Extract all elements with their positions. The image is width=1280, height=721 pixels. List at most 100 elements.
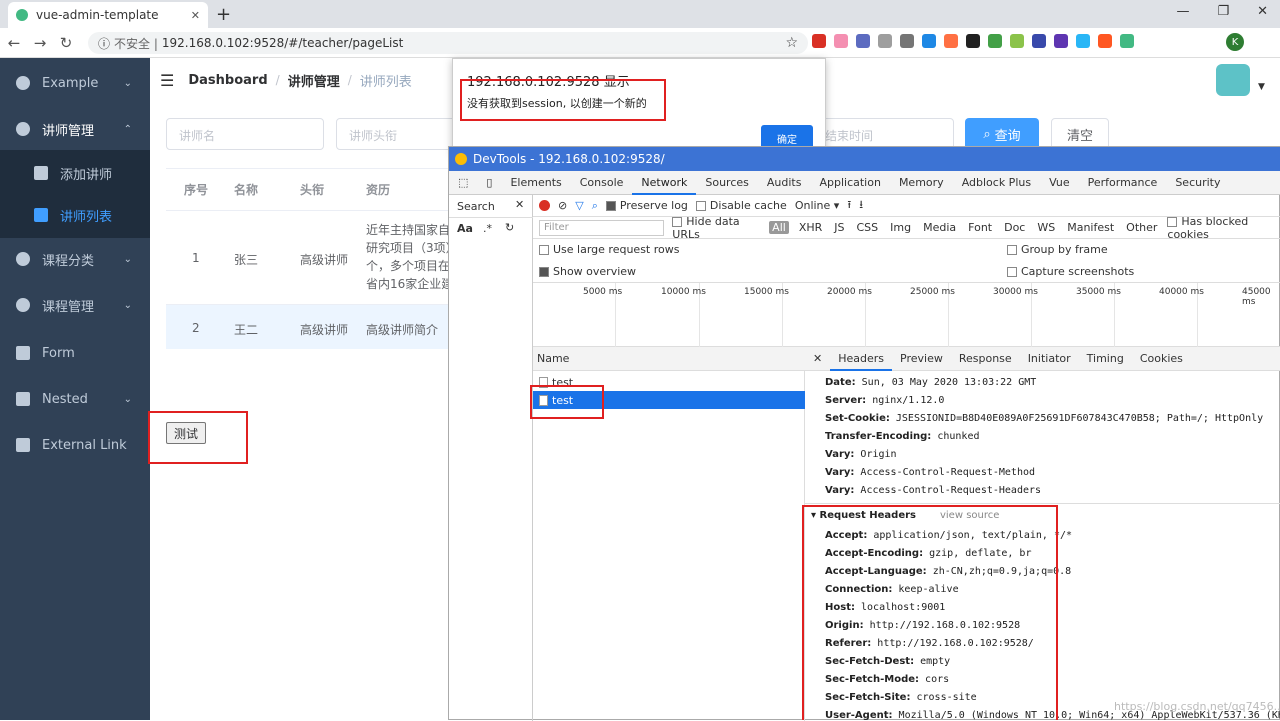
group-by-frame-checkbox[interactable]: Group by frame	[1007, 243, 1108, 256]
device-toggle-icon[interactable]: ▯	[477, 171, 501, 195]
tab-response[interactable]: Response	[951, 347, 1020, 371]
request-headers-title[interactable]: ▾ Request Headersview source	[811, 510, 999, 521]
teacher-name-input[interactable]: 讲师名	[166, 118, 324, 150]
disable-cache-checkbox[interactable]: Disable cache	[696, 199, 787, 212]
reload-icon[interactable]: ↻	[54, 34, 78, 52]
sidebar-item-nested[interactable]: Nested ⌄	[0, 376, 150, 422]
shield-icon[interactable]	[988, 34, 1002, 48]
adblock-icon[interactable]	[812, 34, 826, 48]
close-detail-icon[interactable]: ✕	[805, 347, 830, 371]
profile-avatar[interactable]: K	[1226, 33, 1244, 51]
sidebar-item-teacher[interactable]: 讲师管理 ⌃	[0, 106, 150, 152]
filter-type-css[interactable]: CSS	[855, 221, 881, 234]
show-overview-checkbox[interactable]: Show overview	[539, 265, 636, 278]
breadcrumb-dashboard[interactable]: Dashboard	[188, 73, 267, 88]
filter-type-ws[interactable]: WS	[1035, 221, 1057, 234]
filter-type-js[interactable]: JS	[832, 221, 846, 234]
forward-icon[interactable]: →	[28, 34, 52, 52]
extension-icon[interactable]	[834, 34, 848, 48]
tab-performance[interactable]: Performance	[1079, 171, 1167, 195]
sidebar-item-form[interactable]: Form	[0, 330, 150, 376]
capture-screenshots-checkbox[interactable]: Capture screenshots	[1007, 265, 1134, 278]
caret-down-icon[interactable]: ▼	[1258, 82, 1265, 92]
tab-console[interactable]: Console	[571, 171, 633, 195]
hide-data-urls-checkbox[interactable]: Hide data URLs	[672, 215, 761, 241]
tab-timing[interactable]: Timing	[1079, 347, 1132, 371]
import-har-icon[interactable]: ⭱	[847, 196, 851, 215]
table-row[interactable]: 2 王二 高级讲师 高级讲师简介	[166, 305, 456, 349]
regex-toggle[interactable]: .*	[483, 222, 492, 235]
sidebar-item-teacher-list[interactable]: 讲师列表	[0, 192, 150, 238]
extension-icon[interactable]	[1098, 34, 1112, 48]
name-column-header[interactable]: Name	[533, 347, 805, 371]
window-close-icon[interactable]: ✕	[1257, 4, 1268, 19]
view-source-link[interactable]: view source	[940, 510, 999, 521]
extension-icon[interactable]	[966, 34, 980, 48]
filter-icon[interactable]: ▽	[575, 199, 583, 212]
large-rows-checkbox[interactable]: Use large request rows	[539, 243, 679, 256]
sidebar-item-course-category[interactable]: 课程分类 ⌄	[0, 236, 150, 282]
tab-preview[interactable]: Preview	[892, 347, 951, 371]
sidebar-item-add-teacher[interactable]: 添加讲师	[0, 150, 150, 196]
vue-devtools-icon[interactable]	[1120, 34, 1134, 48]
filter-type-manifest[interactable]: Manifest	[1065, 221, 1116, 234]
network-overview-timeline[interactable]: 5000 ms 10000 ms 15000 ms 20000 ms 25000…	[533, 283, 1280, 347]
inspect-icon[interactable]: ⬚	[449, 171, 477, 195]
url-text[interactable]: 192.168.0.102:9528/#/teacher/pageList	[162, 36, 403, 50]
filter-type-other[interactable]: Other	[1124, 221, 1159, 234]
extension-icon[interactable]	[856, 34, 870, 48]
breadcrumb-teacher[interactable]: 讲师管理	[288, 71, 340, 90]
extension-icon[interactable]	[1054, 34, 1068, 48]
match-case-toggle[interactable]: Aa	[457, 222, 473, 235]
tab-headers[interactable]: Headers	[830, 347, 892, 371]
tab-initiator[interactable]: Initiator	[1020, 347, 1079, 371]
info-icon[interactable]: ⓘ	[98, 35, 110, 52]
camera-icon[interactable]	[900, 34, 914, 48]
tab-security[interactable]: Security	[1166, 171, 1229, 195]
maximize-icon[interactable]: ❐	[1217, 4, 1229, 19]
tab-network[interactable]: Network	[632, 171, 696, 195]
filter-type-all[interactable]: All	[769, 221, 789, 234]
translate-icon[interactable]	[922, 34, 936, 48]
filter-input[interactable]: Filter	[539, 220, 664, 236]
extension-icon[interactable]	[1032, 34, 1046, 48]
tab-audits[interactable]: Audits	[758, 171, 811, 195]
clear-icon[interactable]: ⊘	[558, 199, 567, 212]
extension-icon[interactable]	[1076, 34, 1090, 48]
browser-tab[interactable]: vue-admin-template ✕	[8, 2, 208, 28]
tab-memory[interactable]: Memory	[890, 171, 953, 195]
back-icon[interactable]: ←	[2, 34, 26, 52]
preserve-log-checkbox[interactable]: Preserve log	[606, 199, 688, 212]
extension-icon[interactable]	[944, 34, 958, 48]
tab-sources[interactable]: Sources	[696, 171, 758, 195]
bookmark-star-icon[interactable]: ☆	[785, 35, 798, 51]
tab-cookies[interactable]: Cookies	[1132, 347, 1191, 371]
extension-icon[interactable]	[1010, 34, 1024, 48]
sidebar-item-external-link[interactable]: External Link	[0, 422, 150, 468]
sidebar-item-example[interactable]: Example ⌄	[0, 60, 150, 106]
tab-adblock[interactable]: Adblock Plus	[953, 171, 1040, 195]
search-icon[interactable]: ⌕	[592, 199, 598, 213]
address-bar[interactable]: ⓘ 不安全 | 192.168.0.102:9528/#/teacher/pag…	[88, 32, 808, 54]
tab-vue[interactable]: Vue	[1040, 171, 1079, 195]
filter-type-font[interactable]: Font	[966, 221, 994, 234]
filter-type-doc[interactable]: Doc	[1002, 221, 1027, 234]
table-row[interactable]: 1 张三 高级讲师 近年主持国家自 研究项目（3项） 个，多个项目在 省内16家…	[166, 211, 456, 305]
minimize-icon[interactable]: —	[1176, 4, 1189, 19]
record-icon[interactable]	[539, 200, 550, 211]
request-row-selected[interactable]: test	[533, 391, 805, 409]
teacher-title-select[interactable]: 讲师头衔	[336, 118, 456, 150]
new-tab-button[interactable]: +	[216, 4, 231, 25]
request-row[interactable]: test	[533, 373, 805, 391]
filter-type-img[interactable]: Img	[888, 221, 913, 234]
blocked-cookies-checkbox[interactable]: Has blocked cookies	[1167, 215, 1280, 241]
refresh-icon[interactable]: ↻	[505, 221, 514, 234]
test-button[interactable]: 测试	[166, 422, 206, 444]
extension-icon[interactable]	[878, 34, 892, 48]
filter-type-xhr[interactable]: XHR	[797, 221, 824, 234]
sidebar-item-course-manage[interactable]: 课程管理 ⌄	[0, 282, 150, 328]
hamburger-icon[interactable]: ☰	[160, 71, 174, 90]
export-har-icon[interactable]: ⭳	[859, 196, 863, 215]
throttle-select[interactable]: Online ▾	[795, 199, 840, 212]
tab-elements[interactable]: Elements	[501, 171, 570, 195]
